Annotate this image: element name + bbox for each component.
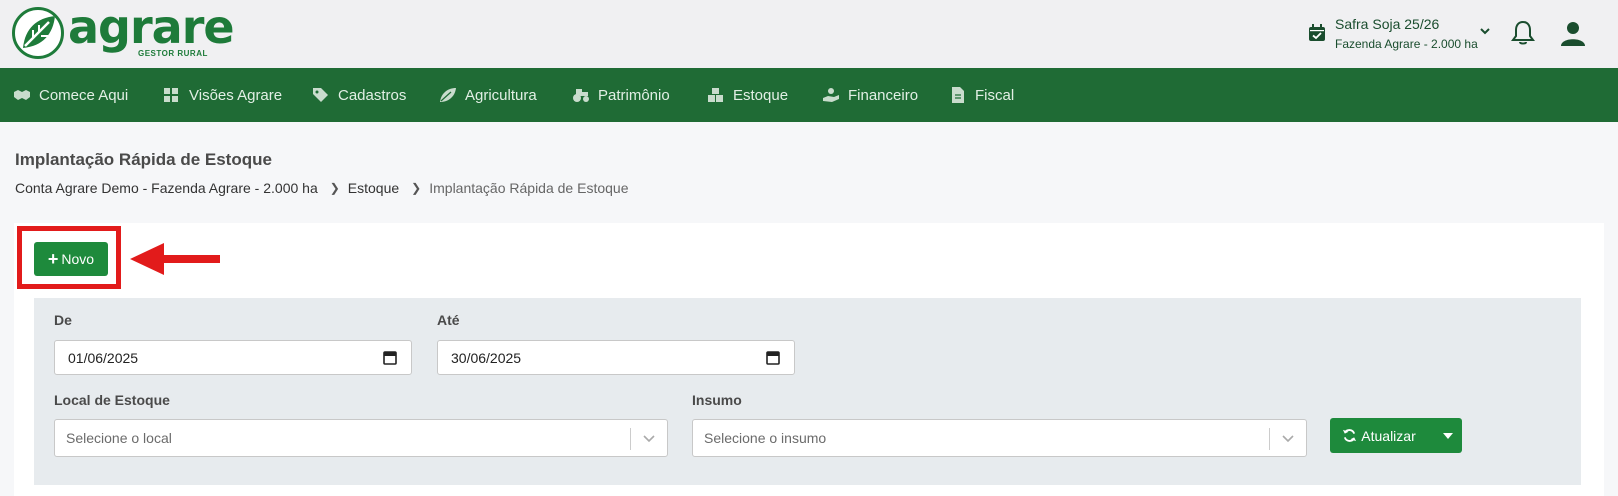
logo-text: agrare: [68, 0, 235, 54]
calendar-icon[interactable]: [383, 350, 397, 365]
ate-label: Até: [437, 312, 460, 328]
breadcrumb: Conta Agrare Demo - Fazenda Agrare - 2.0…: [15, 180, 628, 196]
nav-item-patrimonio[interactable]: Patrimônio: [572, 68, 670, 122]
refresh-icon: [1343, 429, 1357, 442]
tags-icon: [313, 88, 328, 102]
local-estoque-label: Local de Estoque: [54, 392, 170, 408]
page-title: Implantação Rápida de Estoque: [15, 150, 272, 169]
nav-label: Patrimônio: [598, 86, 670, 104]
chevron-down-icon: [1282, 435, 1294, 443]
nav-item-cadastros[interactable]: Cadastros: [312, 68, 406, 122]
local-estoque-placeholder: Selecione o local: [66, 430, 172, 446]
ate-date-value: 30/06/2025: [451, 349, 522, 366]
de-date-input[interactable]: 01/06/2025: [54, 340, 412, 375]
nav-item-fiscal[interactable]: Fiscal: [949, 68, 1014, 122]
chevron-down-icon: [643, 435, 655, 443]
local-estoque-select[interactable]: Selecione o local: [54, 419, 668, 457]
nav-label: Fiscal: [975, 86, 1015, 104]
caret-down-icon: [1443, 432, 1453, 439]
nav-label: Visões Agrare: [189, 86, 283, 104]
user-avatar-icon[interactable]: [1560, 20, 1586, 46]
nav-label: Comece Aqui: [39, 86, 129, 104]
atualizar-button-label: Atualizar: [1361, 427, 1416, 444]
calendar-check-icon: [1309, 24, 1325, 41]
plus-icon: +: [47, 249, 59, 269]
agrare-logo[interactable]: agrare GESTOR RURAL: [12, 1, 235, 61]
leaf-icon: [440, 88, 456, 102]
de-label: De: [54, 312, 72, 328]
nav-label: Estoque: [733, 86, 789, 104]
document-icon: [952, 87, 964, 103]
chevron-right-icon: ❯: [411, 181, 422, 195]
insumo-placeholder: Selecione o insumo: [704, 430, 827, 446]
insumo-label: Insumo: [692, 392, 742, 408]
breadcrumb-item-estoque[interactable]: Estoque: [348, 180, 399, 196]
leaf-logo-icon: [12, 7, 64, 59]
novo-button-label: Novo: [61, 251, 95, 267]
grid-icon: [164, 88, 178, 102]
nav-item-estoque[interactable]: Estoque: [707, 68, 788, 122]
boxes-icon: [708, 88, 723, 102]
nav-label: Agricultura: [465, 86, 537, 104]
top-header: agrare GESTOR RURAL Safra Soja 25/26 Faz…: [0, 0, 1618, 68]
safra-title: Safra Soja 25/26: [1335, 16, 1440, 32]
breadcrumb-item-current: Implantação Rápida de Estoque: [429, 180, 629, 196]
safra-farm: Fazenda Agrare - 2.000 ha: [1335, 37, 1478, 51]
logo-subtitle: GESTOR RURAL: [138, 49, 208, 58]
breadcrumb-item-account[interactable]: Conta Agrare Demo - Fazenda Agrare - 2.0…: [15, 180, 318, 196]
chevron-down-icon: [1480, 28, 1490, 35]
insumo-select[interactable]: Selecione o insumo: [692, 419, 1307, 457]
nav-label: Cadastros: [338, 86, 407, 104]
handshake-icon: [14, 90, 30, 100]
nav-item-visoes-agrare[interactable]: Visões Agrare: [163, 68, 282, 122]
de-date-value: 01/06/2025: [68, 349, 139, 366]
annotation-arrow-icon: [130, 243, 220, 275]
select-divider: [630, 428, 631, 450]
tractor-icon: [573, 89, 589, 102]
nav-item-agricultura[interactable]: Agricultura: [439, 68, 537, 122]
ate-date-input[interactable]: 30/06/2025: [437, 340, 795, 375]
bell-icon[interactable]: [1511, 20, 1535, 46]
main-nav: Comece Aqui Visões Agrare Cadastros Agri…: [0, 68, 1618, 122]
nav-item-comece-aqui[interactable]: Comece Aqui: [13, 68, 128, 122]
atualizar-button-group: Atualizar: [1330, 418, 1462, 453]
hand-coin-icon: [823, 88, 839, 102]
atualizar-button[interactable]: Atualizar: [1330, 418, 1428, 453]
nav-label: Financeiro: [848, 86, 919, 104]
novo-button[interactable]: + Novo: [34, 242, 108, 276]
chevron-right-icon: ❯: [329, 181, 340, 195]
atualizar-dropdown-toggle[interactable]: [1434, 418, 1462, 453]
calendar-icon[interactable]: [766, 350, 780, 365]
select-divider: [1269, 428, 1270, 450]
nav-item-financeiro[interactable]: Financeiro: [822, 68, 918, 122]
